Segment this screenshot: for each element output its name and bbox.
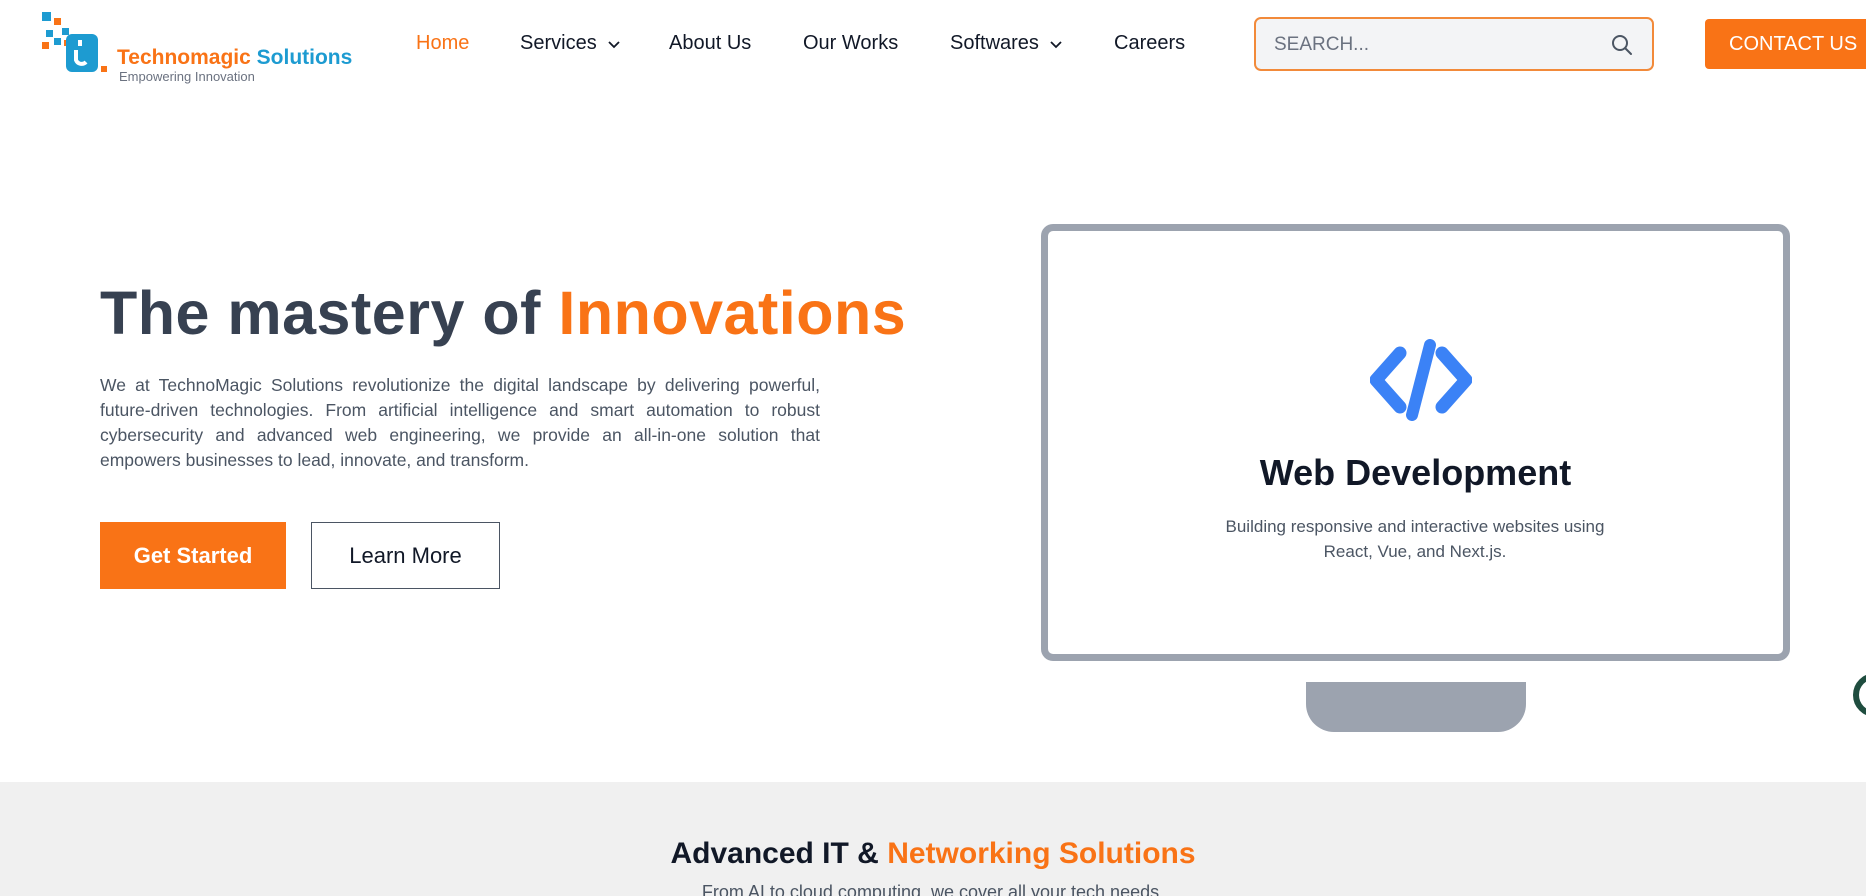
nav-item-services[interactable]: Services xyxy=(520,32,621,55)
search-icon[interactable] xyxy=(1610,33,1634,57)
brand-logo[interactable]: Technomagic Solutions Empowering Innovat… xyxy=(40,8,360,88)
search-box xyxy=(1254,17,1654,71)
logo-wordmark: Technomagic Solutions xyxy=(117,46,353,69)
chevron-down-icon xyxy=(608,40,620,48)
search-input[interactable] xyxy=(1274,31,1594,59)
hero-title: The mastery of Innovations xyxy=(100,279,907,347)
monitor-stand xyxy=(1306,682,1526,732)
contact-us-button[interactable]: CONTACT US xyxy=(1705,19,1866,69)
nav-item-home[interactable]: Home xyxy=(416,32,469,55)
hero-description: We at TechnoMagic Solutions revolutioniz… xyxy=(100,375,820,470)
section-subtitle: From AI to cloud computing, we cover all… xyxy=(701,882,1165,896)
nav-item-our-works[interactable]: Our Works xyxy=(803,32,898,55)
logo-mark-icon xyxy=(42,12,107,72)
get-started-button[interactable]: Get Started xyxy=(100,522,286,589)
showcase-title: Web Development xyxy=(1259,452,1572,493)
learn-more-button[interactable]: Learn More xyxy=(311,522,500,589)
nav-item-softwares[interactable]: Softwares xyxy=(950,32,1063,55)
chat-widget-button[interactable] xyxy=(1853,673,1866,717)
code-icon xyxy=(1370,339,1472,421)
nav-item-about-us[interactable]: About Us xyxy=(669,32,751,55)
monitor-showcase: Web Development Building responsive and … xyxy=(1041,224,1790,661)
site-header: Technomagic Solutions Empowering Innovat… xyxy=(0,0,1866,90)
section-title: Advanced IT & Networking Solutions xyxy=(670,837,1196,870)
nav-item-careers[interactable]: Careers xyxy=(1114,32,1185,55)
solutions-section: Advanced IT & Networking Solutions From … xyxy=(0,782,1866,896)
showcase-description: Building responsive and interactive webs… xyxy=(1225,517,1605,561)
chevron-down-icon xyxy=(1050,40,1062,48)
logo-tagline: Empowering Innovation xyxy=(119,69,255,84)
